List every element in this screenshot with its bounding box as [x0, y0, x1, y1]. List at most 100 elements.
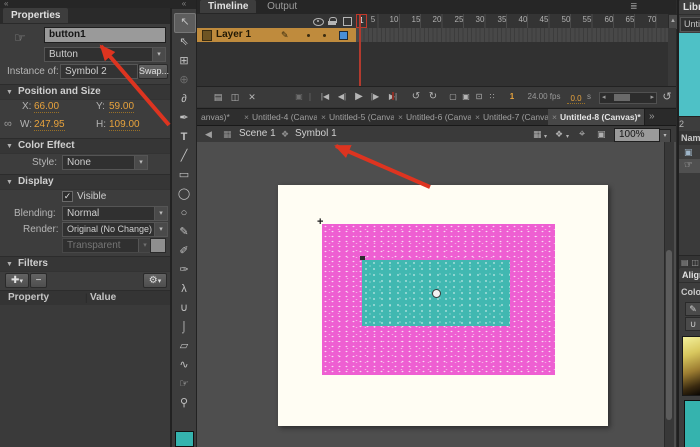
close-tab-icon[interactable]: × [475, 112, 480, 122]
close-tab-icon[interactable]: × [321, 112, 326, 122]
delete-layer-icon[interactable]: ✕ [245, 90, 259, 104]
section-filters[interactable]: ▼Filters [0, 256, 170, 272]
show-hide-eye-icon[interactable] [313, 18, 324, 26]
rectangle-tool[interactable]: ▭ [174, 166, 194, 184]
text-tool[interactable]: T [174, 128, 194, 146]
free-transform-tool[interactable]: ⊞ [174, 52, 194, 70]
tab-properties[interactable]: Properties [3, 8, 68, 23]
line-tool[interactable]: ╱ [174, 147, 194, 165]
zoom-tool[interactable]: ⚲ [174, 394, 194, 412]
style-dropdown[interactable]: None ▾ [62, 155, 148, 170]
library-document-select[interactable]: Untitled-8 [680, 17, 700, 32]
tab-overflow-icon[interactable]: » [649, 111, 655, 122]
fill-color-swatch[interactable] [175, 431, 194, 447]
tab-align[interactable]: Align [679, 268, 700, 282]
onion-skin-icon[interactable]: ▢ [447, 90, 459, 104]
new-layer-icon[interactable]: ▤ [211, 90, 225, 104]
scrollbar-thumb[interactable] [666, 250, 672, 420]
breadcrumb-scene[interactable]: Scene 1 [239, 126, 276, 142]
library-item-button[interactable]: ☞ [679, 159, 700, 173]
paint-bucket-tool[interactable]: ∪ [174, 299, 194, 317]
layer-row[interactable]: Layer 1 ✎ [197, 28, 356, 42]
bone-tool[interactable]: λ [174, 280, 194, 298]
remove-filter-button[interactable]: − [30, 273, 47, 288]
doc-tab-untitled-7[interactable]: ×Untitled-7 (Canvas)* [471, 109, 552, 125]
prev-frame-button[interactable]: ◀| [334, 90, 350, 104]
close-tab-icon[interactable]: × [398, 112, 403, 122]
doc-tab-untitled-8-active[interactable]: ×Untitled-8 (Canvas)* [548, 109, 645, 125]
playhead-frame-box[interactable]: 1 [356, 14, 367, 28]
library-name-column-header[interactable]: Name [679, 131, 700, 145]
timeline-h-scrollbar[interactable]: ◂ ▸ [599, 92, 657, 104]
layer-lock-dot[interactable] [323, 34, 326, 37]
new-folder-icon[interactable]: ◫ [228, 90, 242, 104]
clip-content-icon[interactable]: ▣ [597, 126, 606, 142]
pen-tool[interactable]: ✒ [174, 109, 194, 127]
reset-timeline-zoom-icon[interactable]: ↺ [660, 90, 674, 104]
edit-scene-icon[interactable]: ▦ [533, 126, 542, 142]
dock-collapse-bar[interactable]: « [0, 0, 174, 8]
frame-ruler[interactable]: 5 10 15 20 25 30 35 40 45 50 55 60 65 70… [356, 14, 668, 29]
timeline-scrollbar[interactable] [668, 28, 676, 86]
layer-name[interactable]: Layer 1 [216, 28, 251, 42]
panel-menu-icon[interactable]: ≣ [630, 1, 638, 12]
polystar-tool[interactable]: ○ [174, 204, 194, 222]
y-value[interactable]: 59.00 [109, 101, 134, 113]
close-tab-icon[interactable]: × [244, 112, 249, 122]
section-color-effect[interactable]: ▼Color Effect [0, 138, 170, 154]
layer-visibility-dot[interactable] [307, 34, 310, 37]
selection-tool[interactable]: ↖ [174, 13, 196, 33]
frame-rate-value[interactable]: 24.00 fps [522, 90, 566, 104]
onion-skin-outlines-icon[interactable]: ▣ [460, 90, 472, 104]
hand-tool[interactable]: ☞ [174, 375, 194, 393]
paint-brush-tool[interactable]: ✑ [174, 261, 194, 279]
edit-multiple-frames-icon[interactable]: ⊡ [473, 90, 485, 104]
layer-depth-icon[interactable]: ❘ [306, 90, 314, 104]
tab-output[interactable]: Output [259, 0, 305, 13]
breadcrumb-symbol[interactable]: Symbol 1 [295, 126, 337, 142]
color-panel-header[interactable]: Color [679, 285, 700, 299]
layer-outline-color-swatch[interactable] [339, 31, 348, 40]
scroll-right-icon[interactable]: ▸ [650, 93, 654, 103]
zoom-level-select[interactable]: 100% ▾ [614, 128, 660, 142]
canvas[interactable]: + [278, 185, 608, 426]
doc-tab-partial[interactable]: anvas)* [197, 109, 244, 125]
transformation-point[interactable] [432, 289, 441, 298]
instance-name-input[interactable]: button1 [44, 27, 166, 43]
tools-collapse-bar[interactable]: « [172, 0, 196, 9]
stroke-color-control[interactable]: ✎ [685, 302, 700, 316]
h-value[interactable]: 109.00 [109, 119, 140, 131]
3d-rotation-tool[interactable]: ⊕ [174, 71, 194, 89]
eraser-tool[interactable]: ▱ [174, 337, 194, 355]
loop-playback-icon[interactable]: ↺ [409, 90, 423, 104]
back-arrow-icon[interactable]: ◀ [205, 126, 212, 142]
add-filter-button[interactable]: ✚▾ [5, 273, 29, 288]
button1-teal-rectangle[interactable] [362, 260, 510, 326]
outline-icon[interactable] [343, 17, 352, 26]
doc-tab-untitled-6[interactable]: ×Untitled-6 (Canvas)* [394, 109, 475, 125]
camera-icon[interactable]: ▣ [293, 90, 305, 104]
subselection-tool[interactable]: ⇖ [174, 33, 194, 51]
scroll-left-icon[interactable]: ◂ [602, 93, 606, 103]
swap-button[interactable]: Swap... [138, 64, 168, 79]
brush-tool[interactable]: ✐ [174, 242, 194, 260]
elapsed-time-value[interactable]: 0.0 [567, 92, 585, 104]
stage-area[interactable]: + [197, 142, 676, 447]
close-tab-icon[interactable]: × [552, 112, 557, 122]
tab-library[interactable]: Library [679, 0, 700, 14]
edit-symbols-icon[interactable]: ❖ [555, 126, 563, 142]
doc-tab-untitled-5[interactable]: ×Untitled-5 (Canvas)* [317, 109, 398, 125]
stage-v-scrollbar[interactable] [664, 142, 674, 447]
center-frame-icon[interactable]: ⌖ [579, 126, 585, 142]
first-frame-button[interactable]: |◀ [317, 90, 333, 104]
next-frame-button[interactable]: |▶ [367, 90, 383, 104]
lasso-tool[interactable]: ∂ [174, 90, 194, 108]
color-picker-gradient[interactable] [682, 336, 700, 396]
w-value[interactable]: 247.95 [34, 119, 65, 131]
playhead-line[interactable] [359, 15, 361, 86]
visible-checkbox[interactable]: ✓ [62, 191, 73, 202]
library-item-movieclip[interactable]: ▣ [679, 145, 700, 159]
width-tool[interactable]: ∿ [174, 356, 194, 374]
fill-color-control[interactable]: ∪ [685, 317, 700, 331]
symbol1-magenta-rectangle[interactable] [322, 224, 555, 375]
